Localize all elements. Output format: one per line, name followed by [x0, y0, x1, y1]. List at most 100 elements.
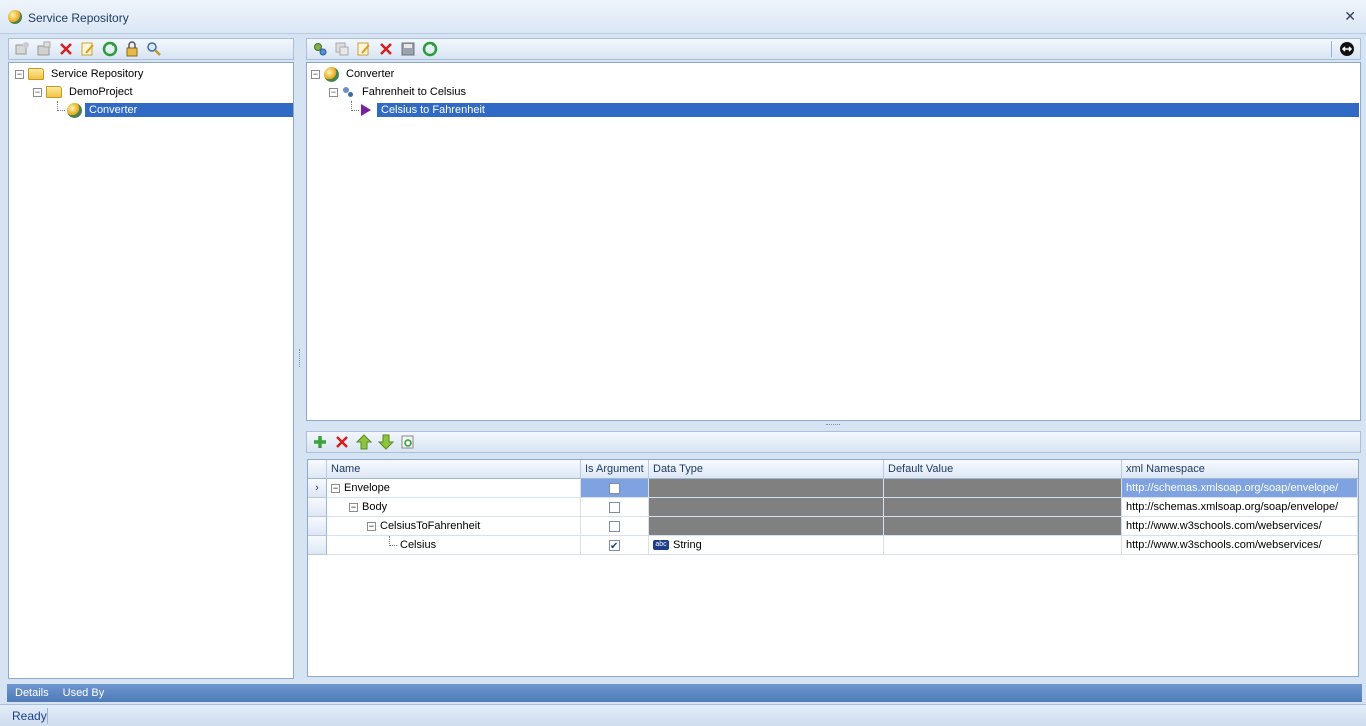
status-separator — [47, 708, 48, 724]
table-row[interactable]: Celsius abcString http://www.w3schools.c… — [308, 536, 1358, 555]
cell-xml-namespace[interactable]: http://www.w3schools.com/webservices/ — [1122, 536, 1358, 555]
status-text: Ready — [12, 709, 47, 723]
cell-default-value[interactable] — [884, 498, 1122, 517]
left-toolbar — [8, 38, 294, 60]
cell-default-value[interactable] — [884, 517, 1122, 536]
cell-name[interactable]: Celsius — [327, 536, 581, 555]
collapse-icon[interactable]: − — [15, 69, 24, 79]
cell-default-value[interactable] — [884, 479, 1122, 498]
tree-node-service-repository[interactable]: − Service Repository — [15, 65, 147, 83]
copy-icon[interactable] — [333, 40, 351, 58]
cell-xml-namespace[interactable]: http://schemas.xmlsoap.org/soap/envelope… — [1122, 498, 1358, 517]
tree-connector — [351, 100, 359, 111]
import-icon[interactable] — [399, 433, 417, 451]
delete-icon[interactable] — [57, 40, 75, 58]
repository-tree-panel: − Service Repository − DemoProject Conve… — [8, 62, 294, 679]
bottom-tab-bar: Details Used By — [7, 684, 1362, 702]
tab-details[interactable]: Details — [15, 687, 49, 699]
toolbar-separator — [1331, 41, 1332, 57]
parameters-grid: Name Is Argument Data Type Default Value… — [307, 459, 1359, 677]
row-indicator[interactable] — [308, 498, 327, 517]
table-row[interactable]: › − Envelope http://schemas.xmlsoap.org/s… — [308, 479, 1358, 498]
cell-name[interactable]: − Envelope — [327, 479, 581, 498]
cell-name[interactable]: − CelsiusToFahrenheit — [327, 517, 581, 536]
cell-data-type[interactable] — [649, 479, 884, 498]
collapse-icon[interactable]: − — [33, 87, 42, 97]
vertical-splitter[interactable] — [296, 34, 304, 682]
table-row[interactable]: − Body http://schemas.xmlsoap.org/soap/en… — [308, 498, 1358, 517]
header-name[interactable]: Name — [327, 460, 581, 479]
folder-icon — [28, 68, 44, 80]
tree-node-fahrenheit-to-celsius[interactable]: − Fahrenheit to Celsius — [329, 83, 470, 101]
operations-toolbar — [306, 38, 1361, 60]
nav-arrow-icon[interactable] — [1338, 40, 1356, 58]
play-icon — [361, 104, 371, 116]
table-row[interactable]: − CelsiusToFahrenheit http://www.w3school… — [308, 517, 1358, 536]
horizontal-splitter[interactable] — [306, 422, 1361, 429]
refresh-icon[interactable] — [101, 40, 119, 58]
edit-icon[interactable] — [355, 40, 373, 58]
search-icon[interactable] — [145, 40, 163, 58]
parameters-toolbar — [306, 431, 1361, 453]
delete-icon[interactable] — [333, 433, 351, 451]
is-argument-checkbox[interactable] — [609, 502, 620, 513]
add-icon[interactable] — [311, 433, 329, 451]
cell-default-value[interactable] — [884, 536, 1122, 555]
header-is-argument[interactable]: Is Argument — [581, 460, 649, 479]
cell-is-argument[interactable] — [581, 517, 649, 536]
cell-name[interactable]: − Body — [327, 498, 581, 517]
tree-node-converter-root[interactable]: − Converter — [311, 65, 398, 83]
gears-icon — [343, 87, 353, 97]
row-indicator-icon[interactable]: › — [308, 479, 327, 498]
row-indicator[interactable] — [308, 536, 327, 555]
folder-icon — [46, 86, 62, 98]
header-default-value[interactable]: Default Value — [884, 460, 1122, 479]
new-item-icon[interactable] — [35, 40, 53, 58]
string-type-icon: abc — [653, 540, 669, 551]
app-globe-icon — [8, 10, 22, 24]
grid-header: Name Is Argument Data Type Default Value… — [308, 460, 1358, 479]
operations-tree-panel: − Converter − Fahrenheit to Celsius Cels… — [306, 62, 1361, 421]
service-globe-icon — [324, 66, 339, 82]
status-bar: Ready — [0, 704, 1366, 726]
collapse-icon[interactable]: − — [311, 69, 320, 79]
tab-used-by[interactable]: Used By — [63, 687, 105, 699]
cell-xml-namespace[interactable]: http://schemas.xmlsoap.org/soap/envelope… — [1122, 479, 1358, 498]
cell-is-argument[interactable] — [581, 536, 649, 555]
tree-connector — [57, 100, 65, 111]
tree-node-converter[interactable]: Converter — [57, 100, 293, 119]
cell-data-type[interactable]: abc String — [649, 536, 884, 555]
collapse-icon[interactable]: − — [349, 502, 358, 512]
collapse-icon[interactable]: − — [331, 483, 340, 493]
row-indicator[interactable] — [308, 517, 327, 536]
tree-connector — [389, 536, 397, 546]
cell-is-argument[interactable] — [581, 479, 649, 498]
is-argument-checkbox[interactable] — [609, 483, 620, 494]
tree-node-demoproject[interactable]: − DemoProject — [33, 83, 137, 101]
header-xml-namespace[interactable]: xml Namespace — [1122, 460, 1358, 479]
move-down-icon[interactable] — [377, 433, 395, 451]
header-indicator — [308, 460, 327, 479]
header-data-type[interactable]: Data Type — [649, 460, 884, 479]
is-argument-checkbox[interactable] — [609, 521, 620, 532]
collapse-icon[interactable]: − — [367, 521, 376, 531]
delete-icon[interactable] — [377, 40, 395, 58]
close-icon[interactable]: ✕ — [1344, 8, 1356, 25]
lock-icon[interactable] — [123, 40, 141, 58]
tree-node-celsius-to-fahrenheit[interactable]: Celsius to Fahrenheit — [351, 100, 1359, 119]
move-up-icon[interactable] — [355, 433, 373, 451]
title-bar: Service Repository ✕ — [0, 0, 1366, 34]
is-argument-checkbox[interactable] — [609, 538, 620, 554]
cell-data-type[interactable] — [649, 498, 884, 517]
new-folder-icon[interactable] — [13, 40, 31, 58]
edit-icon[interactable] — [79, 40, 97, 58]
refresh-icon[interactable] — [421, 40, 439, 58]
collapse-icon[interactable]: − — [329, 87, 338, 97]
add-operation-icon[interactable] — [311, 40, 329, 58]
service-globe-icon — [67, 102, 82, 118]
cell-data-type[interactable] — [649, 517, 884, 536]
cell-xml-namespace[interactable]: http://www.w3schools.com/webservices/ — [1122, 517, 1358, 536]
save-icon[interactable] — [399, 40, 417, 58]
cell-is-argument[interactable] — [581, 498, 649, 517]
window-title: Service Repository — [28, 11, 129, 25]
